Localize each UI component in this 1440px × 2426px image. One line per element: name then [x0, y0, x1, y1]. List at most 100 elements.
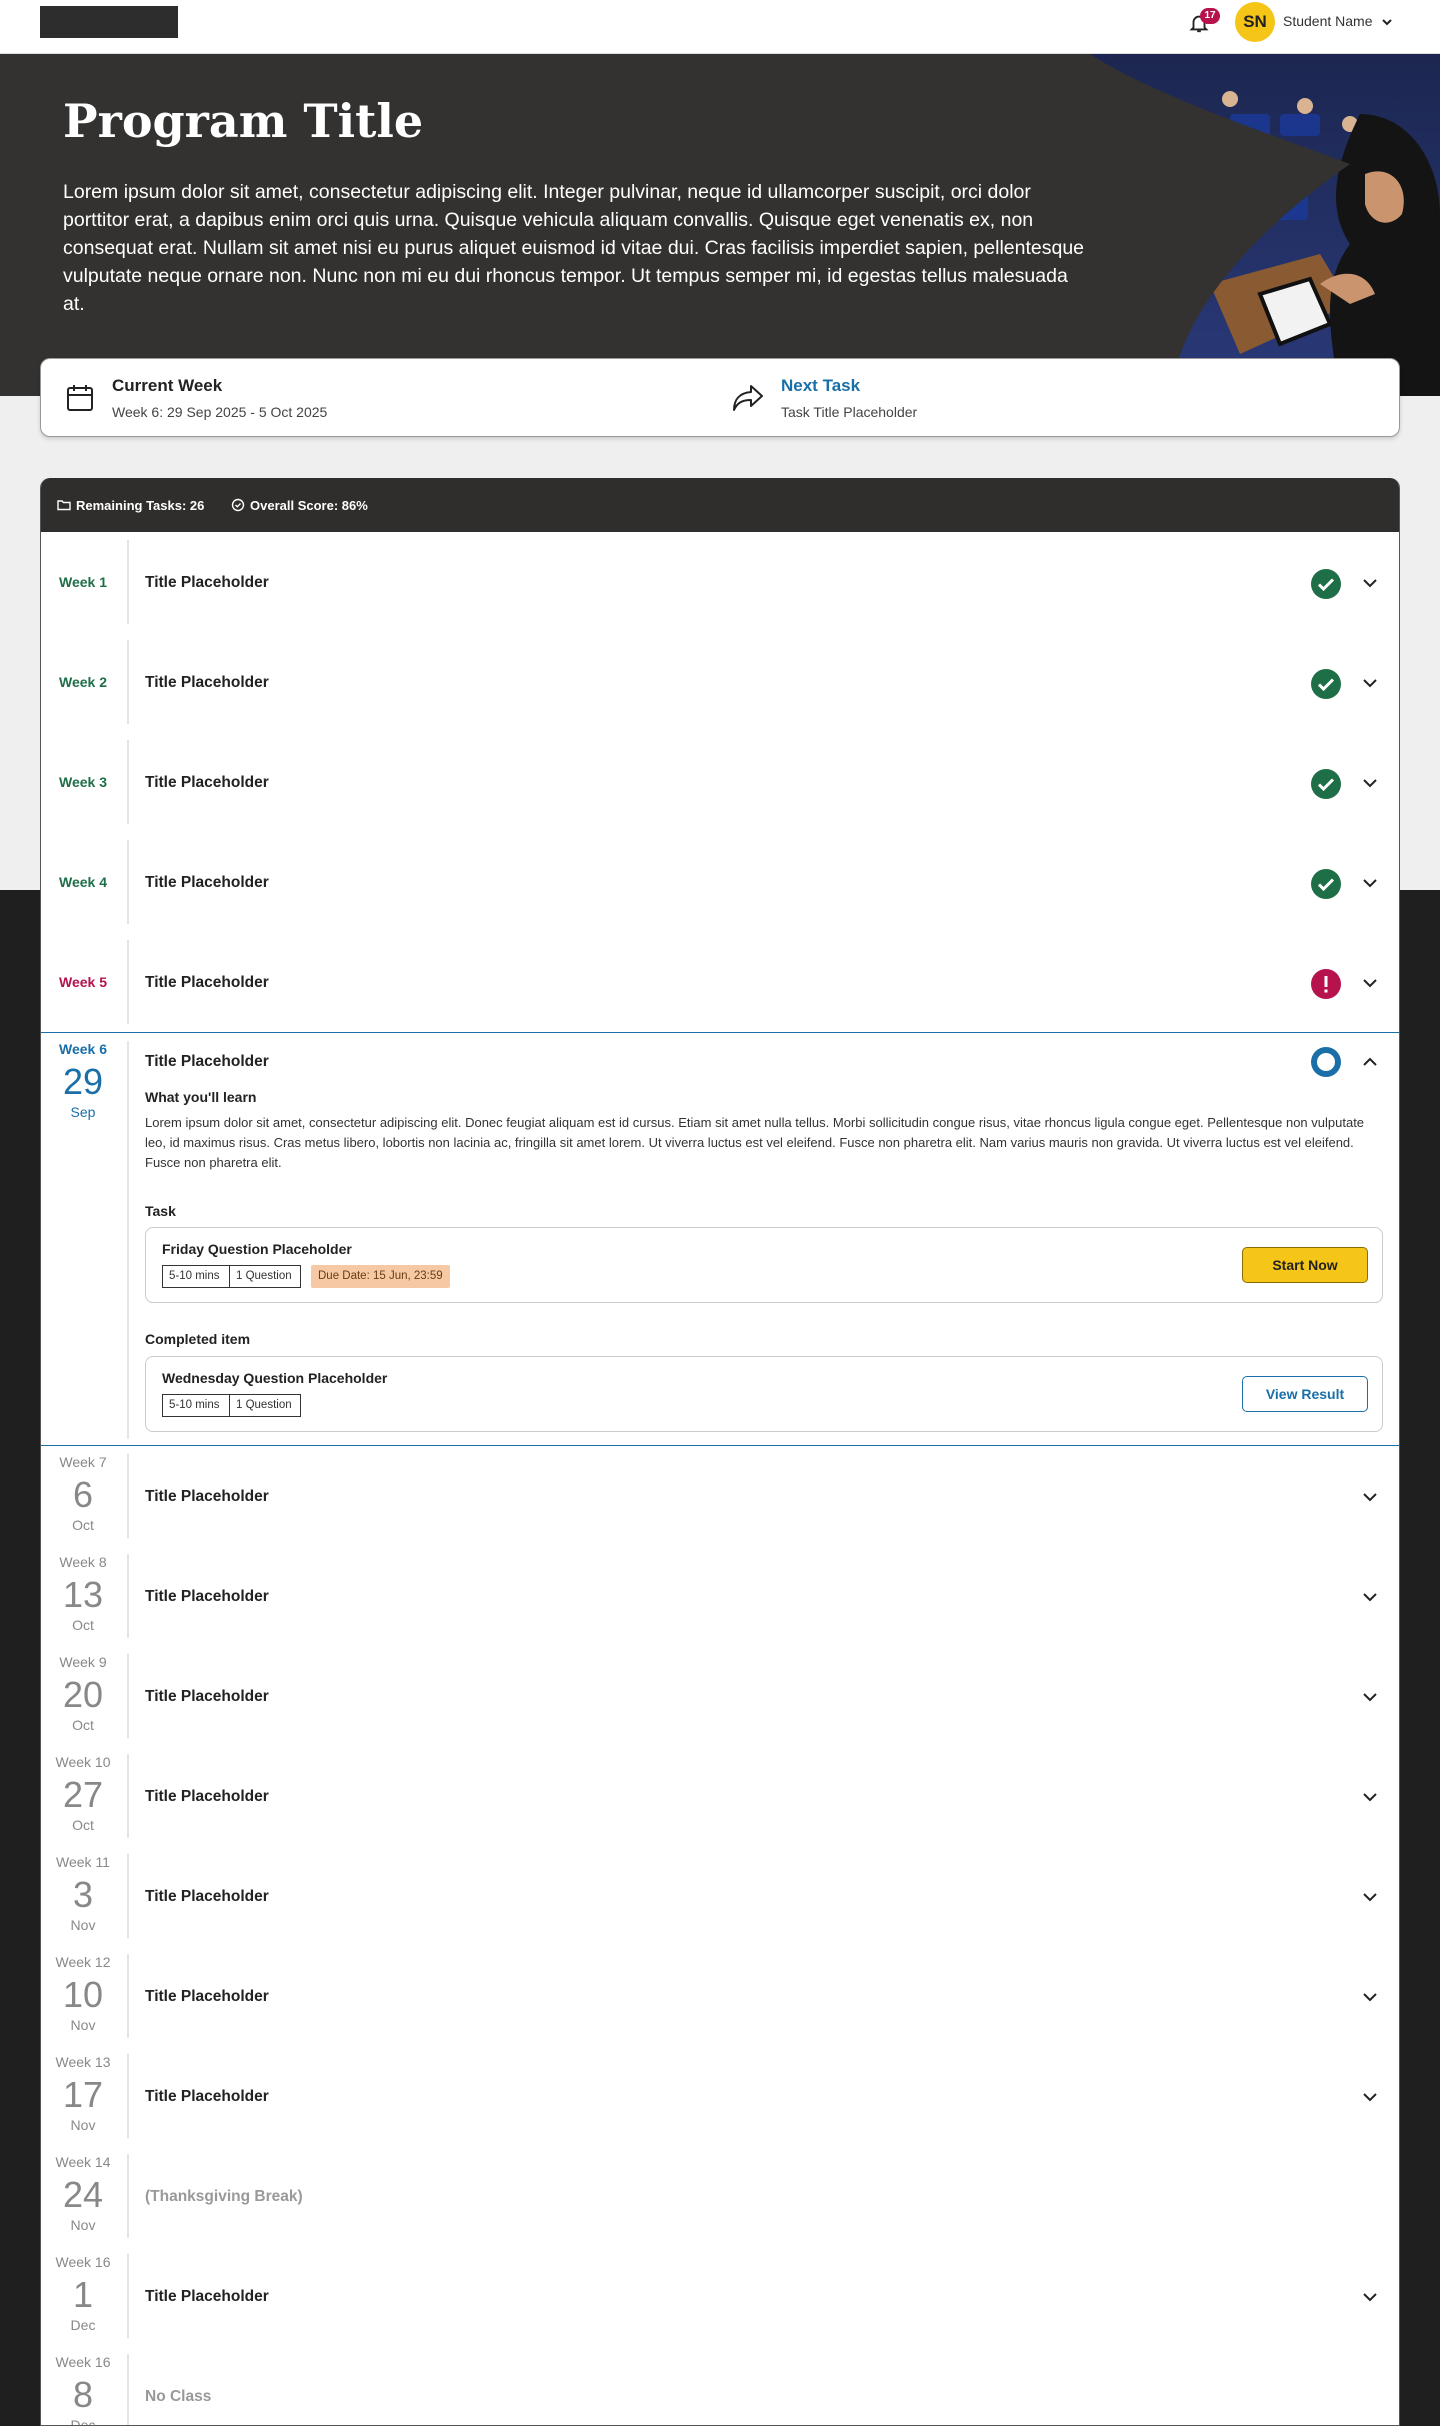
- chevron-down-icon[interactable]: [1361, 674, 1379, 692]
- current-week-expanded: Week 6 29 Sep Title Placeholder What you…: [41, 1032, 1399, 1446]
- week-month: Nov: [70, 2017, 96, 2033]
- notification-count-badge: 17: [1200, 8, 1220, 24]
- week-row[interactable]: Week 11 3 Nov Title Placeholder: [41, 1846, 1399, 1946]
- week-label: Week 12: [55, 1954, 111, 1970]
- week-day: 24: [62, 2174, 104, 2215]
- week-month: Dec: [70, 2417, 96, 2426]
- week-divider: [127, 540, 129, 624]
- progress-summary-bar: Remaining Tasks: 26 Overall Score: 86%: [41, 478, 1399, 532]
- week-row[interactable]: Week 16 1 Dec Title Placeholder: [41, 2246, 1399, 2346]
- week-month: Nov: [70, 2117, 96, 2133]
- week-row[interactable]: Week 7 6 Oct Title Placeholder: [41, 1446, 1399, 1546]
- duration-tag: 5-10 mins: [162, 1265, 230, 1288]
- week-row[interactable]: Week 13 17 Nov Title Placeholder: [41, 2046, 1399, 2146]
- week-label: Week 5: [59, 974, 107, 990]
- week-label: Week 7: [59, 1454, 107, 1470]
- week-row[interactable]: Week 9 20 Oct Title Placeholder: [41, 1646, 1399, 1746]
- hero-banner: Program Title Lorem ipsum dolor sit amet…: [0, 54, 1440, 396]
- week-title: Title Placeholder: [145, 874, 269, 891]
- chevron-down-icon[interactable]: [1361, 1488, 1379, 1506]
- week-month: Nov: [70, 1917, 96, 1933]
- chevron-down-icon[interactable]: [1361, 1888, 1379, 1906]
- chevron-down-icon[interactable]: [1361, 1688, 1379, 1706]
- in-progress-icon: [1311, 1047, 1341, 1077]
- week-divider: [127, 640, 129, 724]
- chevron-down-icon[interactable]: [1361, 874, 1379, 892]
- week-title: Title Placeholder: [145, 974, 269, 991]
- week-divider: [127, 1854, 129, 1938]
- week-day: 3: [72, 1874, 94, 1915]
- week-row[interactable]: Week 3 Title Placeholder: [41, 732, 1399, 832]
- completed-title: Wednesday Question Placeholder: [162, 1370, 388, 1386]
- week-title: Title Placeholder: [145, 1988, 269, 2005]
- chevron-up-icon[interactable]: [1361, 1053, 1379, 1071]
- completed-check-icon: [1311, 769, 1341, 799]
- week-divider: [127, 2254, 129, 2338]
- week-month: Oct: [72, 1717, 94, 1733]
- week-title: Title Placeholder: [145, 674, 269, 691]
- week-row[interactable]: Week 8 13 Oct Title Placeholder: [41, 1546, 1399, 1646]
- week-label: Week 16: [55, 2254, 111, 2270]
- week-title: Title Placeholder: [145, 774, 269, 791]
- chevron-down-icon[interactable]: [1361, 974, 1379, 992]
- chevron-down-icon[interactable]: [1361, 1988, 1379, 2006]
- week-divider: [127, 840, 129, 924]
- chevron-down-icon[interactable]: [1361, 2088, 1379, 2106]
- task-section-heading: Task: [145, 1203, 176, 1219]
- week-divider: [127, 2054, 129, 2138]
- week-label: Week 14: [55, 2154, 111, 2170]
- notifications-button[interactable]: 17: [1186, 8, 1220, 38]
- questions-tag: 1 Question: [229, 1394, 301, 1417]
- completed-check-icon: [1311, 869, 1341, 899]
- alert-icon: [1311, 969, 1341, 999]
- week-title: Title Placeholder: [145, 1488, 269, 1505]
- week-row[interactable]: Week 10 27 Oct Title Placeholder: [41, 1746, 1399, 1846]
- week-row[interactable]: Week 12 10 Nov Title Placeholder: [41, 1946, 1399, 2046]
- week-summary-card: Current Week Week 6: 29 Sep 2025 - 5 Oct…: [40, 358, 1400, 437]
- page-title: Program Title: [63, 94, 424, 148]
- folder-icon: [57, 500, 71, 511]
- week-divider: [127, 1041, 129, 1439]
- week-title: Title Placeholder: [145, 1688, 269, 1705]
- brand-logo[interactable]: [40, 6, 178, 38]
- view-result-button[interactable]: View Result: [1242, 1376, 1368, 1412]
- next-task-link[interactable]: Next Task: [781, 376, 860, 396]
- user-name[interactable]: Student Name: [1283, 13, 1373, 29]
- week-row[interactable]: Week 5 Title Placeholder: [41, 932, 1399, 1032]
- week-title: Title Placeholder: [145, 1588, 269, 1605]
- week-label: Week 8: [59, 1554, 107, 1570]
- week-divider: [127, 2354, 129, 2425]
- week-month: Dec: [70, 2317, 96, 2333]
- completed-section-heading: Completed item: [145, 1331, 251, 1347]
- next-task-title: Task Title Placeholder: [781, 404, 918, 420]
- week-month: Oct: [72, 1817, 94, 1833]
- week-label: Week 2: [59, 674, 107, 690]
- week-title: Title Placeholder: [145, 1788, 269, 1805]
- week-day: 17: [62, 2074, 104, 2115]
- chevron-down-icon[interactable]: [1361, 2288, 1379, 2306]
- start-now-button[interactable]: Start Now: [1242, 1247, 1368, 1283]
- week-row[interactable]: Week 1 Title Placeholder: [41, 532, 1399, 632]
- week-divider: [127, 1454, 129, 1538]
- week-day: 29: [62, 1061, 104, 1102]
- current-week-value: Week 6: 29 Sep 2025 - 5 Oct 2025: [112, 404, 328, 420]
- weeks-panel: Remaining Tasks: 26 Overall Score: 86% W…: [40, 478, 1400, 2426]
- chevron-down-icon[interactable]: [1361, 774, 1379, 792]
- week-title: No Class: [145, 2388, 212, 2405]
- avatar[interactable]: SN: [1235, 2, 1275, 42]
- completed-check-icon: [1311, 669, 1341, 699]
- lecture-photo: [1090, 54, 1440, 396]
- week-day: 1: [72, 2274, 94, 2315]
- check-circle-icon: [231, 498, 245, 512]
- chevron-down-icon[interactable]: [1361, 1788, 1379, 1806]
- forward-arrow-icon: [733, 385, 763, 411]
- chevron-down-icon[interactable]: [1361, 1588, 1379, 1606]
- week-divider: [127, 1554, 129, 1638]
- week-day: 13: [62, 1574, 104, 1615]
- week-row[interactable]: Week 4 Title Placeholder: [41, 832, 1399, 932]
- chevron-down-icon[interactable]: [1380, 15, 1394, 29]
- week-row[interactable]: Week 2 Title Placeholder: [41, 632, 1399, 732]
- week-label: Week 11: [56, 1854, 110, 1870]
- duration-tag: 5-10 mins: [162, 1394, 230, 1417]
- chevron-down-icon[interactable]: [1361, 574, 1379, 592]
